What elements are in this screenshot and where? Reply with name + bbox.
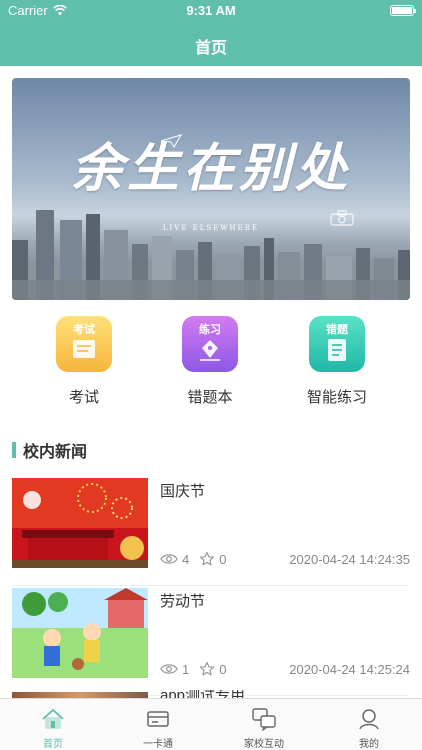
tab-label: 首页 — [43, 739, 63, 750]
status-time: 9:31 AM — [186, 3, 236, 18]
status-bar: Carrier 9:31 AM — [0, 0, 422, 22]
quick-entry-tag: 考试 — [73, 324, 95, 336]
battery-icon — [390, 5, 416, 16]
quick-entry-exam[interactable]: 考试 考试 — [34, 316, 134, 407]
section-title: 校内新闻 — [23, 444, 88, 461]
favorite-count-value: 0 — [219, 551, 227, 567]
favorite-count[interactable]: 0 — [199, 661, 226, 677]
eye-icon — [160, 664, 178, 674]
tab-label: 我的 — [359, 739, 379, 750]
news-title: 劳动节 — [160, 593, 206, 610]
chat-icon — [252, 708, 276, 731]
tab-bar: 首页 一卡通 家校互动 我的 — [0, 698, 422, 750]
app-header: Carrier 9:31 AM 首页 — [0, 0, 422, 66]
news-date: 2020-04-24 14:24:35 — [289, 551, 410, 567]
view-count: 1 — [160, 662, 189, 677]
eye-icon — [160, 554, 178, 564]
news-list: 国庆节 4 0 2020-04-24 14:24:35 劳动节 1 0 2020… — [0, 476, 422, 696]
quick-entry-row: 考试 考试 练习 错题本 错题 智能练习 — [0, 316, 422, 410]
view-count-value: 4 — [182, 551, 190, 567]
view-count: 4 — [160, 552, 189, 567]
home-icon — [42, 708, 64, 729]
banner-carousel[interactable]: 余生在别处 LIVE ELSEWHERE — [12, 78, 410, 300]
quick-entry-label: 错题本 — [187, 389, 233, 406]
quick-entry-label: 智能练习 — [306, 389, 367, 406]
view-count-value: 1 — [182, 661, 190, 677]
exam-paper-icon: 考试 — [56, 316, 112, 372]
star-icon — [200, 551, 215, 566]
tab-home[interactable]: 首页 — [13, 707, 93, 750]
tab-me[interactable]: 我的 — [329, 707, 409, 750]
star-icon — [200, 661, 215, 676]
news-title: 国庆节 — [160, 483, 206, 500]
news-date: 2020-04-24 14:25:24 — [289, 661, 410, 677]
tab-label: 一卡通 — [143, 739, 173, 750]
pen-nib-icon: 练习 — [182, 316, 238, 372]
user-icon — [359, 709, 379, 730]
tab-label: 家校互动 — [244, 739, 284, 750]
news-item[interactable]: 国庆节 4 0 2020-04-24 14:24:35 — [12, 476, 422, 586]
news-section-heading: 校内新闻 — [12, 440, 88, 461]
quick-entry-tag: 错题 — [326, 324, 348, 336]
tab-home-school[interactable]: 家校互动 — [224, 707, 304, 750]
quick-entry-smart-practice[interactable]: 错题 智能练习 — [287, 316, 387, 407]
favorite-count[interactable]: 0 — [199, 551, 226, 567]
national-day-thumbnail — [12, 478, 148, 568]
tab-card[interactable]: 一卡通 — [118, 707, 198, 750]
city-skyline-image — [12, 210, 410, 300]
quick-entry-label: 考试 — [68, 389, 99, 406]
quick-entry-tag: 练习 — [199, 324, 221, 336]
page-title: 首页 — [194, 40, 227, 57]
favorite-count-value: 0 — [219, 661, 227, 677]
labor-day-thumbnail — [12, 588, 148, 678]
news-item[interactable]: 劳动节 1 0 2020-04-24 14:25:24 — [12, 586, 422, 696]
news-meta: 1 0 2020-04-24 14:25:24 — [160, 661, 410, 677]
card-icon — [147, 711, 169, 727]
news-meta: 4 0 2020-04-24 14:24:35 — [160, 551, 410, 567]
quick-entry-wrongbook[interactable]: 练习 错题本 — [160, 316, 260, 407]
section-accent-bar — [12, 442, 16, 458]
banner-calligraphy: 余生在别处 — [70, 138, 351, 199]
checklist-icon: 错题 — [309, 316, 365, 372]
paper-plane-icon — [160, 134, 182, 148]
